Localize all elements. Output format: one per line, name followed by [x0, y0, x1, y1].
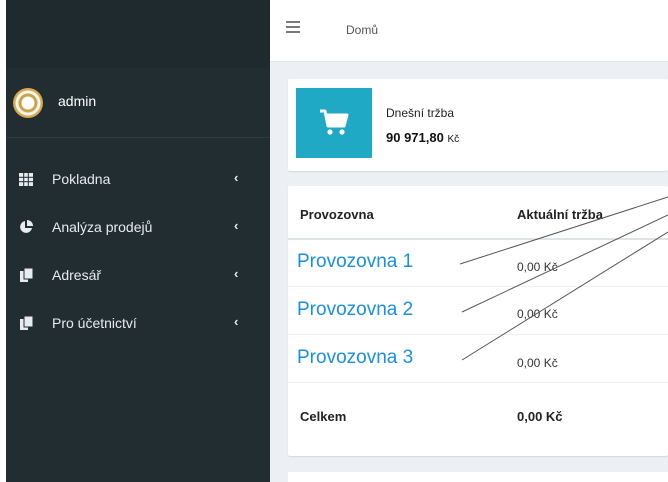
table-row-revenue: 0,00 Kč: [517, 307, 558, 321]
sidebar-item-adresar[interactable]: Adresář ‹: [6, 256, 270, 304]
sidebar-logo-area: [6, 0, 270, 68]
header-divider: [288, 238, 668, 240]
sidebar-item-label: Adresář: [52, 267, 102, 283]
callout-provozovna-3: Provozovna 3: [297, 347, 414, 368]
row-divider: [288, 286, 668, 287]
callout-provozovna-1: Provozovna 1: [297, 251, 414, 272]
table-grid-icon: [19, 172, 33, 186]
sidebar: admin Pokladna ‹ Analýza prodejů ‹ Adres…: [6, 0, 270, 482]
breadcrumb[interactable]: Domů: [346, 23, 378, 37]
column-header-provozovna: Provozovna: [300, 207, 374, 222]
chevron-left-icon: ‹: [234, 314, 239, 329]
chevron-left-icon: ‹: [234, 266, 239, 281]
sidebar-menu: Pokladna ‹ Analýza prodejů ‹ Adresář ‹ P…: [6, 160, 270, 352]
copy-documents-icon: [19, 268, 33, 282]
app-frame: admin Pokladna ‹ Analýza prodejů ‹ Adres…: [6, 0, 668, 482]
table-row-revenue: 0,00 Kč: [517, 356, 558, 370]
top-navbar: Domů: [270, 0, 668, 62]
callout-provozovna-2: Provozovna 2: [297, 299, 414, 320]
total-label: Celkem: [300, 409, 347, 424]
pie-chart-icon: [19, 220, 33, 234]
daily-revenue-box: Dnešní tržba 90 971,80 Kč: [288, 79, 668, 171]
chevron-left-icon: ‹: [234, 170, 239, 185]
row-divider: [288, 334, 668, 335]
revenue-amount: 90 971,80: [386, 130, 444, 145]
table-row-revenue: 0,00 Kč: [517, 260, 558, 274]
copy-documents-icon: [19, 316, 33, 330]
info-box-title: Dnešní tržba: [386, 106, 455, 120]
sidebar-item-label: Pro účetnictví: [52, 315, 137, 331]
sidebar-item-label: Analýza prodejů: [52, 219, 153, 235]
user-avatar: [13, 88, 43, 118]
revenue-currency: Kč: [447, 134, 460, 145]
sidebar-item-label: Pokladna: [52, 171, 111, 187]
user-panel[interactable]: admin: [6, 68, 270, 138]
sidebar-item-pokladna[interactable]: Pokladna ‹: [6, 160, 270, 208]
shopping-cart-icon: [320, 109, 349, 135]
sidebar-item-analyza-prodeju[interactable]: Analýza prodejů ‹: [6, 208, 270, 256]
next-card: [288, 472, 668, 482]
info-box-icon-container: [296, 88, 372, 158]
row-divider: [288, 382, 668, 383]
hamburger-menu-icon[interactable]: [286, 21, 300, 33]
column-header-aktualni-trzba: Aktuální tržba: [517, 207, 603, 222]
sidebar-item-pro-ucetnictvi[interactable]: Pro účetnictví ‹: [6, 304, 270, 352]
user-name: admin: [58, 93, 97, 109]
chevron-left-icon: ‹: [234, 218, 239, 233]
info-box-value: 90 971,80 Kč: [386, 130, 459, 145]
total-value: 0,00 Kč: [517, 409, 563, 424]
revenue-table: Provozovna Aktuální tržba 0,00 Kč 0,00 K…: [288, 186, 668, 456]
